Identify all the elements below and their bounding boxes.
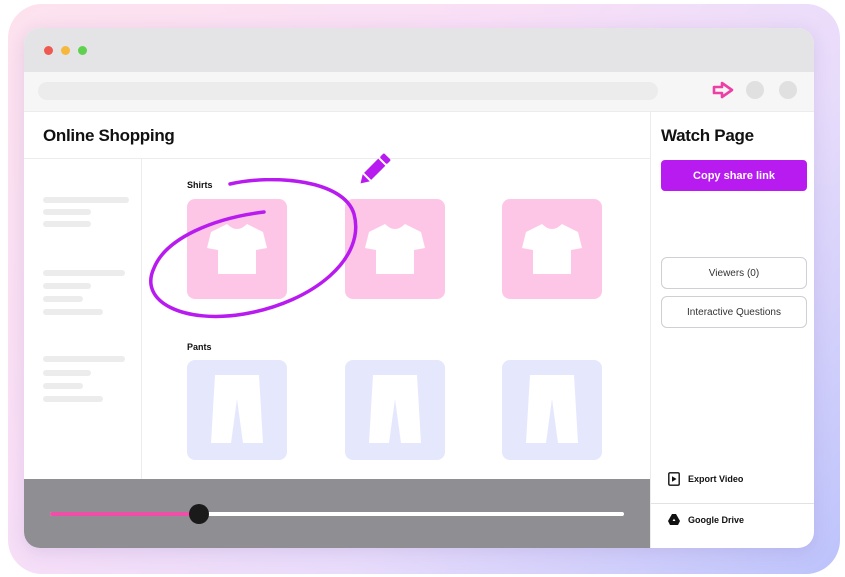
skeleton-line [43, 309, 103, 315]
skeleton-line [43, 209, 91, 215]
progress-thumb[interactable] [189, 504, 210, 524]
extension-logo-icon[interactable] [712, 81, 734, 99]
export-video-icon [668, 472, 680, 486]
watch-page-title: Watch Page [661, 126, 754, 145]
header-divider [24, 158, 650, 159]
skeleton-line [43, 283, 91, 289]
circle-annotation-stroke [149, 178, 358, 319]
pants-icon [526, 375, 578, 443]
video-player-bar [24, 479, 650, 548]
pencil-icon[interactable] [354, 150, 394, 190]
tshirt-icon [522, 224, 582, 274]
skeleton-line [43, 296, 83, 302]
copy-share-link-button[interactable]: Copy share link [661, 160, 807, 191]
browser-window: Online Shopping Shirts Pants Watch Page … [24, 28, 814, 548]
window-titlebar [24, 28, 814, 72]
product-tile-shirt[interactable] [502, 199, 602, 299]
tshirt-icon [365, 224, 425, 274]
interactive-questions-button[interactable]: Interactive Questions [661, 296, 807, 328]
address-bar[interactable] [38, 82, 658, 100]
google-drive-label: Google Drive [688, 514, 745, 525]
toolbar-avatar-placeholder[interactable] [746, 81, 764, 99]
browser-toolbar [24, 72, 814, 112]
skeleton-line [43, 383, 83, 389]
skeleton-line [43, 221, 91, 227]
section-label-pants: Pants [187, 342, 212, 352]
side-panel-divider [650, 112, 651, 548]
pants-icon [211, 375, 263, 443]
product-tile-pants[interactable] [345, 360, 445, 460]
pants-icon [369, 375, 421, 443]
sidebar-divider [141, 159, 142, 479]
links-divider [651, 503, 814, 504]
skeleton-line [43, 356, 125, 362]
viewers-button[interactable]: Viewers (0) [661, 257, 807, 289]
skeleton-line [43, 396, 103, 402]
product-tile-pants[interactable] [187, 360, 287, 460]
toolbar-menu-placeholder[interactable] [779, 81, 797, 99]
google-drive-icon [668, 514, 680, 525]
close-window-button[interactable] [44, 46, 53, 55]
maximize-window-button[interactable] [78, 46, 87, 55]
skeleton-line [43, 370, 91, 376]
minimize-window-button[interactable] [61, 46, 70, 55]
export-video-label: Export Video [688, 474, 744, 484]
page-title: Online Shopping [43, 126, 175, 145]
skeleton-line [43, 197, 129, 203]
google-drive-link[interactable]: Google Drive [668, 514, 744, 525]
progress-fill [50, 512, 200, 516]
export-video-link[interactable]: Export Video [668, 472, 743, 486]
skeleton-line [43, 270, 125, 276]
product-tile-pants[interactable] [502, 360, 602, 460]
